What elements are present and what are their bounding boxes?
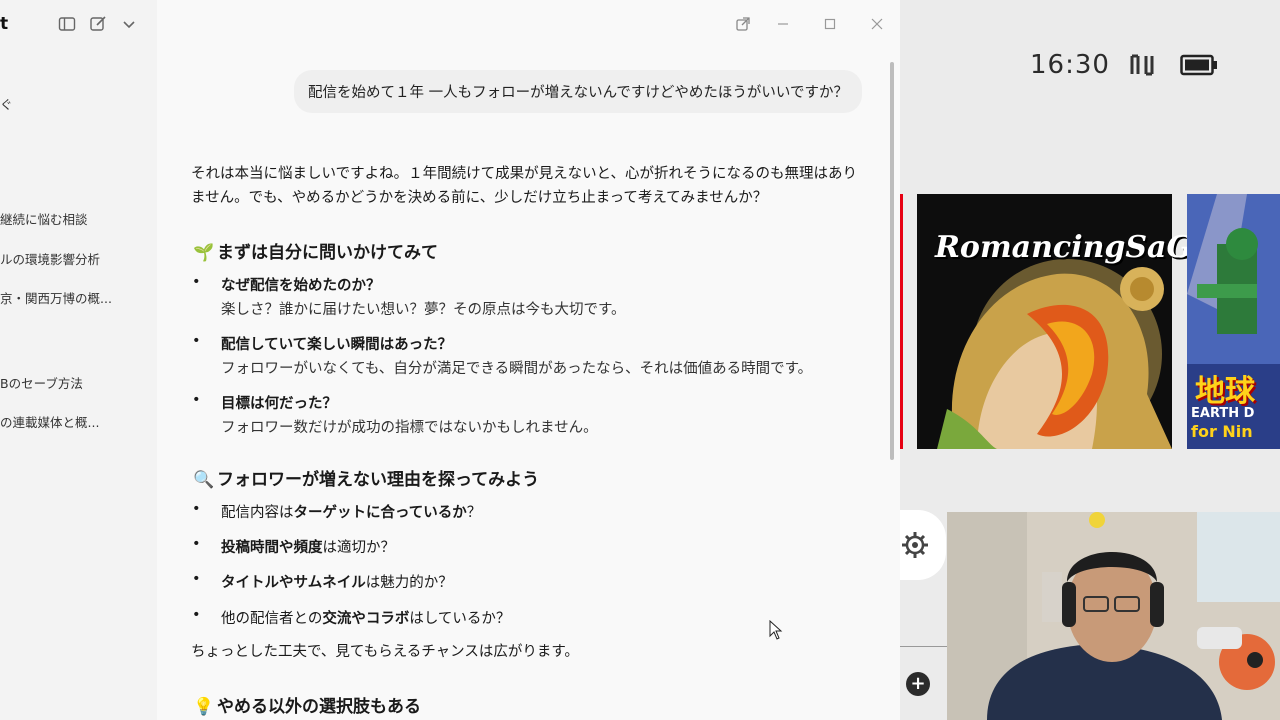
sidebar-item[interactable]: の連載媒体と概... bbox=[0, 412, 99, 431]
section-heading: 🌱 まずは自分に問いかけてみて bbox=[193, 243, 438, 263]
settings-button[interactable] bbox=[900, 510, 946, 580]
closing-text: ちょっとした工夫で、見てもらえるチャンスは広がります。 bbox=[191, 644, 579, 660]
sidebar-item[interactable]: 継続に悩む相談 bbox=[0, 209, 88, 228]
section-heading: 🔍 フォロワーが増えない理由を探ってみよう bbox=[193, 470, 540, 490]
sidebar-toggle-icon[interactable] bbox=[58, 15, 76, 33]
seedling-icon: 🌱 bbox=[193, 243, 215, 263]
webcam-feed bbox=[947, 512, 1280, 720]
tile-edge bbox=[900, 194, 903, 449]
divider bbox=[900, 646, 947, 647]
scrollbar[interactable] bbox=[890, 62, 894, 460]
sidebar: t ぐ 継続に悩む相談 ルの環境影響分析 京・関西万博の概... Bのセーブ方法… bbox=[0, 0, 157, 720]
game-logo: RomancingSaGa bbox=[935, 230, 1212, 265]
new-chat-icon[interactable] bbox=[89, 15, 107, 33]
assistant-intro: それは本当に悩ましいですよね。１年間続けて成果が見えないと、心が折れそうになるの… bbox=[191, 166, 857, 206]
game-tile-romancing-saga-2[interactable]: RomancingSaGa bbox=[917, 194, 1212, 449]
clock: 16:30 bbox=[1030, 50, 1110, 80]
app-title: t bbox=[0, 14, 9, 34]
sidebar-item[interactable]: ぐ bbox=[0, 94, 13, 113]
sidebar-item[interactable]: Bのセーブ方法 bbox=[0, 373, 83, 392]
add-icon[interactable]: + bbox=[906, 672, 930, 696]
magnifier-icon: 🔍 bbox=[193, 470, 215, 490]
section-heading: 💡 やめる以外の選択肢もある bbox=[193, 697, 421, 717]
controller-icon bbox=[1130, 54, 1154, 76]
close-icon[interactable] bbox=[867, 14, 887, 34]
game-subtitle: EARTH D bbox=[1191, 406, 1255, 421]
webcam-image bbox=[947, 512, 1280, 720]
game-subtitle: for Nin bbox=[1191, 422, 1253, 441]
game-console-screen: 16:30 RomancingSaGa 地球 EARTH D for Nin + bbox=[900, 0, 1280, 720]
mouse-cursor-icon bbox=[769, 620, 783, 640]
gear-icon bbox=[902, 532, 928, 558]
chevron-down-icon[interactable] bbox=[120, 15, 138, 33]
sidebar-item[interactable]: 京・関西万博の概... bbox=[0, 288, 112, 307]
popout-icon[interactable] bbox=[733, 14, 753, 34]
lightbulb-icon: 💡 bbox=[193, 697, 215, 717]
maximize-icon[interactable] bbox=[820, 14, 840, 34]
battery-icon bbox=[1180, 54, 1217, 76]
game-tile-earth-defense-force[interactable]: 地球 EARTH D for Nin bbox=[1187, 194, 1280, 449]
game-logo: 地球 bbox=[1195, 374, 1255, 409]
minimize-icon[interactable] bbox=[773, 14, 793, 34]
user-message-bubble: 配信を始めて１年 一人もフォローが増えないんですけどやめたほうがいいですか？ bbox=[294, 70, 862, 113]
sidebar-item[interactable]: ルの環境影響分析 bbox=[0, 249, 100, 268]
